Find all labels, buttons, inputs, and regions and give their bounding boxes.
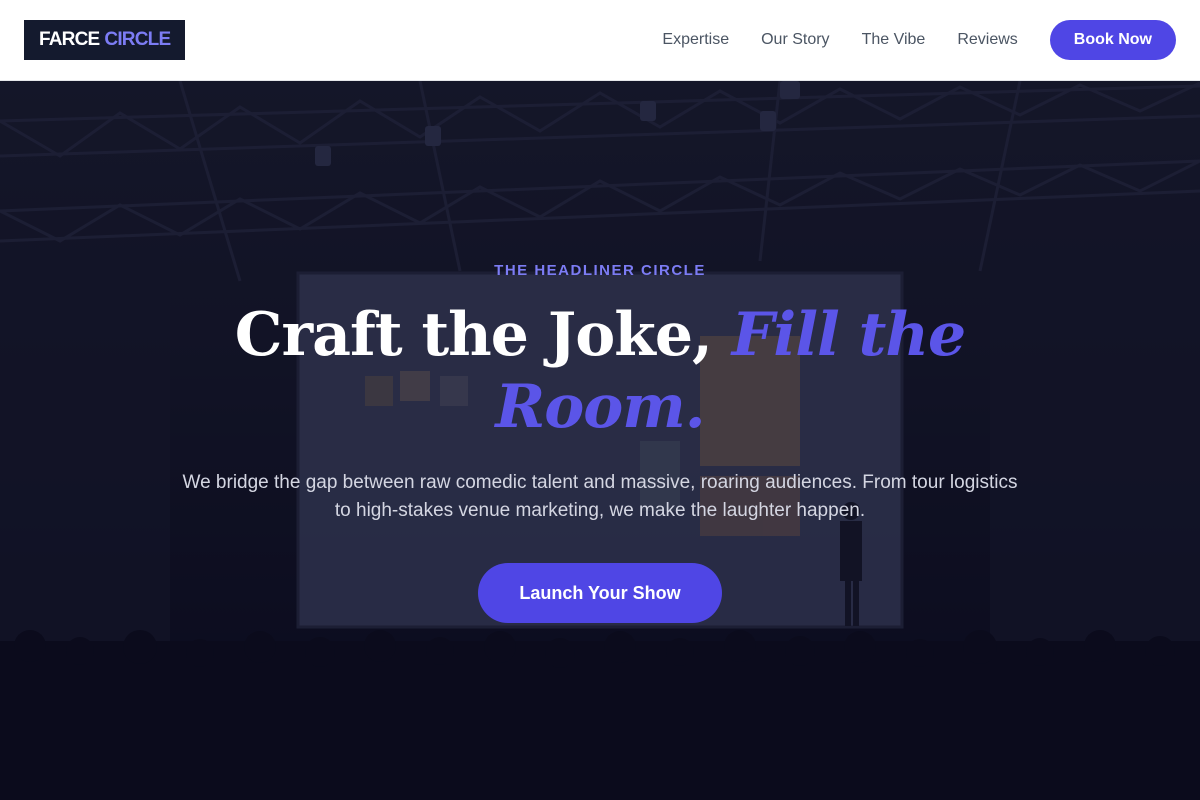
hero-headline: Craft the Joke, Fill the Room. xyxy=(200,299,1000,443)
hero-subtext: We bridge the gap between raw comedic ta… xyxy=(182,472,1018,521)
nav-links: Expertise Our Story The Vibe Reviews Boo… xyxy=(662,20,1176,60)
brand-logo[interactable]: FARCE CIRCLE xyxy=(24,20,186,60)
nav-link-the-vibe[interactable]: The Vibe xyxy=(862,31,926,49)
nav-link-our-story[interactable]: Our Story xyxy=(761,31,829,49)
book-now-button[interactable]: Book Now xyxy=(1049,20,1176,60)
hero-section: THE HEADLINER CIRCLE Craft the Joke, Fil… xyxy=(0,81,1200,800)
nav-link-expertise[interactable]: Expertise xyxy=(662,31,729,49)
logo-word-farce: FARCE xyxy=(39,29,100,50)
launch-your-show-button[interactable]: Launch Your Show xyxy=(478,563,722,623)
logo-word-circle: CIRCLE xyxy=(104,29,171,50)
nav-link-reviews[interactable]: Reviews xyxy=(957,31,1017,49)
headline-plain-text: Craft the Joke, xyxy=(234,300,732,370)
top-navbar: FARCE CIRCLE Expertise Our Story The Vib… xyxy=(0,0,1200,81)
hero-eyebrow: THE HEADLINER CIRCLE xyxy=(494,262,706,279)
